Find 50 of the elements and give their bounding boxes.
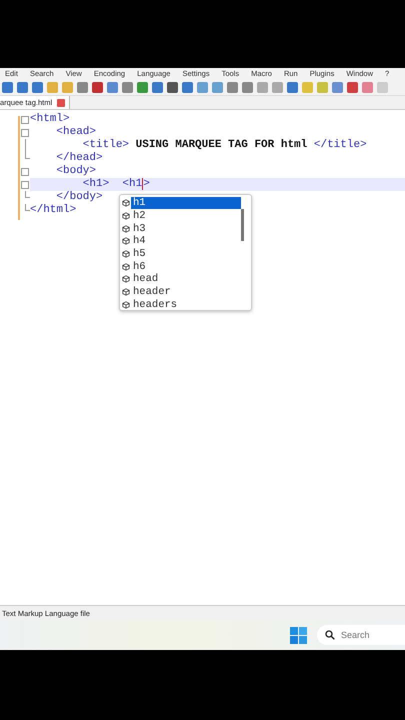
code-line: <head> <box>55 126 96 139</box>
cube-icon <box>122 275 130 284</box>
fold-line <box>25 204 30 211</box>
code-line: </head> <box>55 152 103 165</box>
toolbar-icon[interactable] <box>182 82 193 92</box>
suggestion-item[interactable]: h4 <box>131 235 241 248</box>
cube-icon <box>122 300 130 309</box>
search-icon <box>325 630 335 640</box>
cube-icon <box>122 224 130 233</box>
cube-icon <box>122 199 130 208</box>
suggestion-item[interactable]: h6 <box>131 260 241 273</box>
toolbar-icon[interactable] <box>122 82 133 92</box>
toolbar-icon[interactable] <box>17 82 28 92</box>
cube-icon <box>122 288 130 296</box>
cube-icon <box>122 262 130 271</box>
suggestion-item[interactable]: headers <box>131 298 241 311</box>
code-line: <title> USING MARQUEE TAG FOR html </title> <box>82 139 367 152</box>
toolbar-icon[interactable] <box>77 82 88 92</box>
suggestion-item[interactable]: head <box>131 273 241 286</box>
toolbar-icon[interactable] <box>152 82 163 92</box>
scrollbar-thumb[interactable] <box>241 209 244 241</box>
close-icon[interactable] <box>57 98 66 106</box>
toolbar-icon[interactable] <box>107 82 118 92</box>
toolbar-icon[interactable] <box>92 82 103 92</box>
code-line: <html> <box>30 113 70 126</box>
cube-icon <box>122 212 130 220</box>
cube-icon <box>122 237 130 246</box>
search-field[interactable]: Search <box>317 625 405 645</box>
toolbar-icon[interactable] <box>137 82 148 92</box>
code-line: <h1> <h1> <box>82 178 150 191</box>
toolbar-icon[interactable] <box>287 82 298 92</box>
code-line: </html> <box>30 204 76 217</box>
start-icon[interactable] <box>290 626 307 644</box>
code-line: <body> <box>55 165 96 178</box>
toolbar-icon[interactable] <box>227 82 238 92</box>
suggestion-item[interactable]: h2 <box>131 210 241 222</box>
suggestion-item[interactable]: h3 <box>131 222 241 235</box>
text-caret <box>142 178 144 190</box>
code-line: </body> <box>55 191 103 204</box>
toolbar-icon[interactable] <box>332 82 343 92</box>
suggestion-item[interactable]: h5 <box>131 248 241 260</box>
fold-line <box>25 191 30 198</box>
toolbar-icon[interactable] <box>2 82 13 92</box>
toolbar-icon[interactable] <box>167 82 178 92</box>
toolbar-icon[interactable] <box>242 82 253 92</box>
toolbar-icon[interactable] <box>347 82 358 92</box>
suggestion-item[interactable]: header <box>131 286 241 298</box>
cube-icon <box>122 250 130 258</box>
toolbar-icon[interactable] <box>32 82 43 92</box>
suggestion-item[interactable]: h1 <box>131 197 241 210</box>
